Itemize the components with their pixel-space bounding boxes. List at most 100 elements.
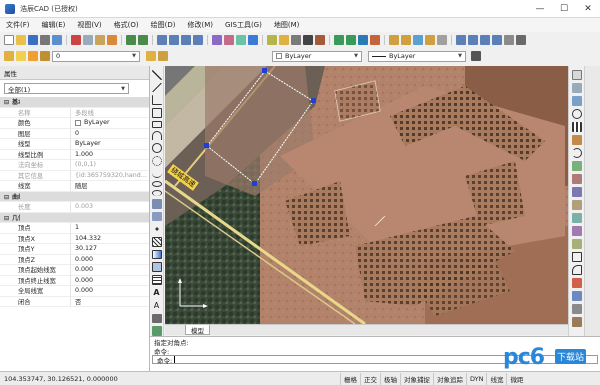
property-row[interactable]: 顶点Y 30.127	[0, 244, 149, 255]
command-input[interactable]: 命令:	[152, 355, 598, 365]
property-row[interactable]: 顶点 1	[0, 223, 149, 234]
property-section-header[interactable]: ⊟曲线参数	[0, 191, 149, 202]
collapse-icon[interactable]: ⊟	[4, 215, 12, 222]
move-icon[interactable]	[571, 135, 582, 145]
scale-icon[interactable]	[571, 161, 582, 171]
zoom-all-icon[interactable]	[468, 35, 478, 45]
paste-icon[interactable]	[95, 35, 105, 45]
layer-freeze-icon[interactable]	[413, 35, 423, 45]
ellipse-icon[interactable]	[151, 181, 162, 188]
zoom-out-icon[interactable]	[492, 35, 502, 45]
zoom-realtime-icon[interactable]	[169, 35, 179, 45]
gradient-icon[interactable]	[151, 249, 162, 260]
menu-map[interactable]: 地图(M)	[274, 20, 300, 30]
menu-file[interactable]: 文件(F)	[6, 20, 30, 30]
menu-gis-tools[interactable]: GIS工具(G)	[225, 20, 262, 30]
property-value[interactable]: 1.000	[70, 149, 149, 159]
stretch-icon[interactable]	[571, 174, 582, 184]
tab-model[interactable]: 模型	[185, 325, 210, 335]
layer-bulb-icon[interactable]	[16, 51, 26, 61]
spline-icon[interactable]	[151, 169, 162, 179]
divide-icon[interactable]	[571, 317, 582, 327]
grip-handle[interactable]	[262, 68, 267, 73]
point-icon[interactable]	[151, 224, 162, 234]
zoom-window-icon[interactable]	[181, 35, 191, 45]
property-value[interactable]: 0	[70, 128, 149, 138]
insert-block-icon[interactable]	[151, 198, 162, 209]
property-value[interactable]: 0.000	[70, 254, 149, 264]
print-preview-icon[interactable]	[52, 35, 62, 45]
trim-icon[interactable]	[571, 200, 582, 210]
lineweight-icon[interactable]	[471, 51, 481, 61]
gis-import-icon[interactable]	[334, 35, 344, 45]
layer-off-icon[interactable]	[401, 35, 411, 45]
edit-polyline-icon[interactable]	[571, 291, 582, 301]
revision-cloud-icon[interactable]	[151, 155, 162, 166]
layer-manager-icon[interactable]	[4, 51, 14, 61]
color-select[interactable]: ByLayer ▼	[272, 50, 362, 62]
property-value[interactable]: 30.127	[70, 244, 149, 254]
image-icon[interactable]	[151, 326, 162, 337]
gis-export-icon[interactable]	[346, 35, 356, 45]
property-value[interactable]: 1	[70, 223, 149, 233]
grid-toggle[interactable]: 栅格	[340, 372, 360, 385]
property-row[interactable]: 线宽 随层	[0, 181, 149, 192]
collapse-icon[interactable]: ⊟	[4, 194, 12, 201]
layer-sun-icon[interactable]	[28, 51, 38, 61]
coordinate-icon[interactable]	[370, 35, 380, 45]
region-icon[interactable]	[151, 262, 162, 273]
arc-icon[interactable]	[151, 130, 162, 141]
property-value[interactable]: ByLayer	[70, 118, 149, 128]
property-row[interactable]: 其它信息 {id:365759320,hand…	[0, 170, 149, 181]
property-value[interactable]: 多段线	[70, 107, 149, 117]
print-icon[interactable]	[40, 35, 50, 45]
property-section-header[interactable]: ⊟基本	[0, 97, 149, 108]
cut-icon[interactable]	[71, 35, 81, 45]
polyline-icon[interactable]	[151, 95, 162, 105]
menu-draw[interactable]: 绘图(D)	[151, 20, 176, 30]
property-value[interactable]: 随层	[70, 181, 149, 191]
table-icon[interactable]	[151, 275, 162, 285]
maximize-button[interactable]: ☐	[552, 0, 576, 18]
zoom-extents-icon[interactable]	[456, 35, 466, 45]
redo-icon[interactable]	[138, 35, 148, 45]
text-icon[interactable]	[303, 35, 313, 45]
zoom-in-icon[interactable]	[480, 35, 490, 45]
property-value[interactable]: 104.332	[70, 233, 149, 243]
layer-isolate-icon[interactable]	[437, 35, 447, 45]
menu-format[interactable]: 格式(O)	[114, 20, 139, 30]
tool-palette-icon[interactable]	[236, 35, 246, 45]
layer-state-icon[interactable]	[389, 35, 399, 45]
measure-icon[interactable]	[267, 35, 277, 45]
micro-toggle[interactable]: 微距	[506, 372, 526, 385]
property-value[interactable]: 0.003	[70, 202, 149, 212]
help-icon[interactable]	[248, 35, 258, 45]
property-row[interactable]: 颜色 ByLayer	[0, 118, 149, 129]
zoom-previous-icon[interactable]	[193, 35, 203, 45]
property-value[interactable]: 0.000	[70, 265, 149, 275]
lengthen-icon[interactable]	[571, 187, 582, 197]
dimension-icon[interactable]	[315, 35, 325, 45]
osnap-toggle[interactable]: 对象捕捉	[400, 372, 433, 385]
erase-icon[interactable]	[571, 70, 582, 80]
property-row[interactable]: 法向坐标 (0,0,1)	[0, 160, 149, 171]
open-file-icon[interactable]	[16, 35, 26, 45]
settings-icon[interactable]	[516, 35, 526, 45]
ellipse-arc-icon[interactable]	[151, 190, 162, 196]
polar-toggle[interactable]: 极轴	[380, 372, 400, 385]
property-row[interactable]: 顶点Z 0.000	[0, 254, 149, 265]
lineweight-toggle[interactable]: 线宽	[486, 372, 506, 385]
vertical-scrollbar[interactable]	[584, 66, 600, 336]
menu-edit[interactable]: 编辑(E)	[42, 20, 66, 30]
design-center-icon[interactable]	[224, 35, 234, 45]
join-icon[interactable]	[571, 239, 582, 249]
make-current-layer-icon[interactable]	[146, 51, 156, 61]
layer-select[interactable]: 0 ▼	[52, 50, 140, 62]
property-value[interactable]: 0.000	[70, 275, 149, 285]
grip-handle[interactable]	[252, 181, 257, 186]
property-value[interactable]: 0.000	[70, 286, 149, 296]
grip-handle[interactable]	[204, 143, 209, 148]
map-icon[interactable]	[358, 35, 368, 45]
property-value[interactable]: 否	[70, 296, 149, 306]
new-file-icon[interactable]	[4, 35, 14, 45]
